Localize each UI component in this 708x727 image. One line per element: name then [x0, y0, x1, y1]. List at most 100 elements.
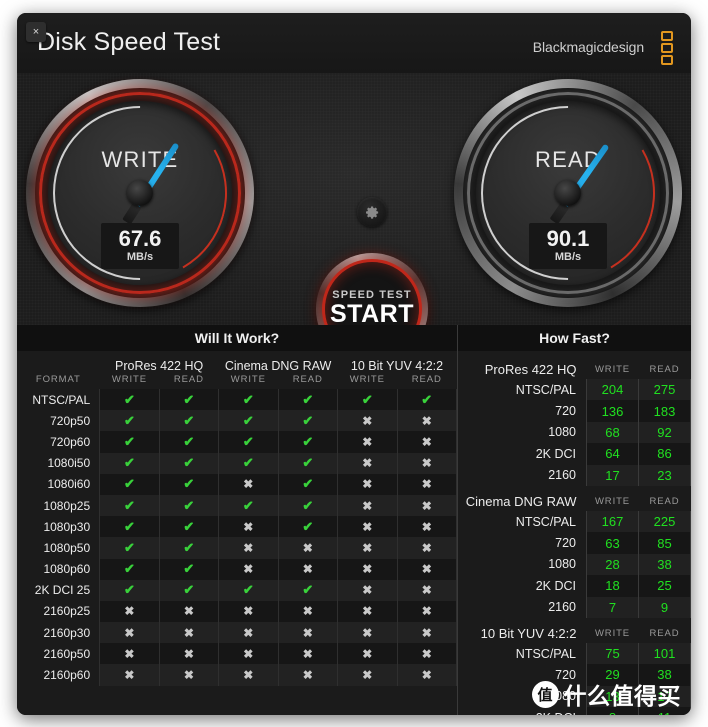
support-no-icon: ✖: [158, 622, 219, 644]
format-cell: 1080p25: [43, 498, 91, 513]
support-no-icon: ✖: [337, 558, 397, 580]
table-row: 1080i60 ✔ ✔ ✖ ✔ ✖ ✖: [17, 473, 457, 495]
support-no-icon: ✖: [218, 643, 279, 665]
format-header-spacer: [17, 354, 100, 374]
table-row: 1080i50 ✔ ✔ ✔ ✔ ✖ ✖: [17, 452, 457, 474]
read-speed-cell: 86: [638, 443, 691, 465]
write-speed-cell: 68: [586, 421, 639, 444]
table-row: 720p50 ✔ ✔ ✔ ✔ ✖ ✖: [17, 410, 457, 432]
support-no-icon: ✖: [337, 643, 397, 665]
table-row: 720 63 85: [458, 532, 691, 554]
resolution-cell: 2160: [548, 600, 576, 615]
resolution-cell: NTSC/PAL: [515, 514, 576, 529]
write-readout: 67.6 MB/s: [101, 223, 179, 270]
table-row: 2160p30 ✖ ✖ ✖ ✖ ✖ ✖: [17, 622, 457, 644]
support-no-icon: ✖: [396, 516, 457, 538]
support-no-icon: ✖: [218, 622, 279, 644]
support-yes-icon: ✔: [277, 494, 338, 517]
write-speed-cell: 204: [586, 379, 639, 401]
resolution-cell: 1080: [548, 557, 576, 572]
resolution-cell: NTSC/PAL: [515, 646, 576, 661]
support-no-icon: ✖: [396, 537, 457, 559]
support-no-icon: ✖: [396, 431, 457, 453]
table-row: 720p60 ✔ ✔ ✔ ✔ ✖ ✖: [17, 431, 457, 453]
blackmagic-logo-icon: [661, 31, 673, 65]
read-speed-cell: 9: [638, 596, 691, 618]
support-yes-icon: ✔: [99, 537, 160, 559]
group-header-dng: Cinema DNG RAW: [224, 359, 332, 373]
support-no-icon: ✖: [277, 537, 338, 559]
support-no-icon: ✖: [396, 643, 457, 665]
support-no-icon: ✖: [218, 516, 279, 538]
support-no-icon: ✖: [218, 537, 279, 559]
read-gauge-label: READ: [535, 147, 601, 172]
support-yes-icon: ✔: [99, 452, 160, 474]
how-fast-rows: ProRes 422 HQ WRITE READ NTSC/PAL 204 275 720 1…: [458, 354, 691, 715]
support-yes-icon: ✔: [277, 579, 338, 601]
read-speed-cell: 225: [638, 510, 691, 533]
table-row: 2160p50 ✖ ✖ ✖ ✖ ✖ ✖: [17, 643, 457, 665]
support-no-icon: ✖: [337, 579, 397, 601]
write-value: 67.6: [118, 226, 162, 251]
format-cell: NTSC/PAL: [32, 392, 91, 407]
table-row: 1080 68 92: [458, 421, 691, 444]
support-yes-icon: ✔: [277, 473, 338, 495]
support-no-icon: ✖: [337, 452, 397, 474]
write-speed-cell: 28: [586, 553, 639, 576]
support-yes-icon: ✔: [277, 516, 338, 538]
read-column-header: READ: [649, 364, 680, 375]
read-unit: MB/s: [554, 251, 582, 264]
support-no-icon: ✖: [277, 643, 338, 665]
format-cell: 2K DCI 25: [34, 583, 91, 598]
table-row: 1080p25 ✔ ✔ ✔ ✔ ✖ ✖: [17, 494, 457, 517]
support-no-icon: ✖: [396, 473, 457, 495]
read-speed-cell: 275: [638, 379, 691, 401]
support-no-icon: ✖: [277, 558, 338, 580]
support-yes-icon: ✔: [218, 579, 279, 601]
read-speed-cell: 183: [638, 400, 691, 422]
support-yes-icon: ✔: [158, 516, 219, 538]
support-no-icon: ✖: [396, 664, 457, 686]
gauge-face: READ 90.1 MB/s: [476, 101, 660, 285]
support-yes-icon: ✔: [99, 389, 160, 411]
support-no-icon: ✖: [337, 431, 397, 453]
app-window: × Disk Speed Test Blackmagicdesign WRITE…: [17, 13, 691, 715]
format-cell: 1080p30: [43, 519, 91, 534]
how-fast-panel: How Fast? ProRes 422 HQ WRITE READ NTSC/PAL…: [458, 325, 691, 715]
support-yes-icon: ✔: [158, 410, 219, 432]
group-row: 10 Bit YUV 4:2:2 WRITE READ: [458, 618, 691, 643]
write-speed-cell: 167: [586, 510, 639, 533]
format-cell: 1080p60: [43, 562, 91, 577]
read-speed-cell: 101: [638, 642, 691, 665]
table-head: ProRes 422 HQ Cinema DNG RAW 10 Bit YUV …: [17, 354, 457, 389]
support-yes-icon: ✔: [99, 494, 160, 517]
support-no-icon: ✖: [277, 622, 338, 644]
support-yes-icon: ✔: [218, 410, 279, 432]
write-speed-cell: 18: [586, 575, 639, 597]
support-yes-icon: ✔: [218, 431, 279, 453]
write-speed-cell: 75: [586, 642, 639, 665]
brand-label: Blackmagicdesign: [532, 39, 644, 55]
read-readout: 90.1 MB/s: [529, 223, 607, 270]
write-speed-cell: 63: [586, 532, 639, 554]
how-fast-table: ProRes 422 HQ WRITE READ NTSC/PAL 204 275 720 1…: [458, 354, 691, 715]
read-speed-cell: 25: [638, 575, 691, 597]
support-no-icon: ✖: [218, 558, 279, 580]
table-row: 1080p60 ✔ ✔ ✖ ✖ ✖ ✖: [17, 558, 457, 580]
format-cell: 2160p25: [43, 604, 91, 619]
table-row: 1080p30 ✔ ✔ ✖ ✔ ✖ ✖: [17, 516, 457, 538]
close-icon[interactable]: ×: [26, 22, 46, 42]
table-row: 2160 7 9: [458, 596, 691, 618]
support-no-icon: ✖: [99, 622, 160, 644]
support-no-icon: ✖: [158, 664, 219, 686]
read-column-header: READ: [649, 627, 680, 639]
group-name: 10 Bit YUV 4:2:2: [480, 625, 577, 641]
results-panels: Will It Work? ProRes 422 HQ Cinema DNG R…: [17, 325, 691, 715]
read-column-header: READ: [649, 495, 680, 507]
settings-button[interactable]: [357, 197, 387, 227]
write-speed-cell: 17: [586, 464, 639, 486]
sub-prores-write: WRITE: [111, 374, 147, 385]
resolution-cell: NTSC/PAL: [515, 382, 576, 397]
table-row: 1080p50 ✔ ✔ ✖ ✖ ✖ ✖: [17, 537, 457, 559]
support-no-icon: ✖: [218, 600, 279, 623]
